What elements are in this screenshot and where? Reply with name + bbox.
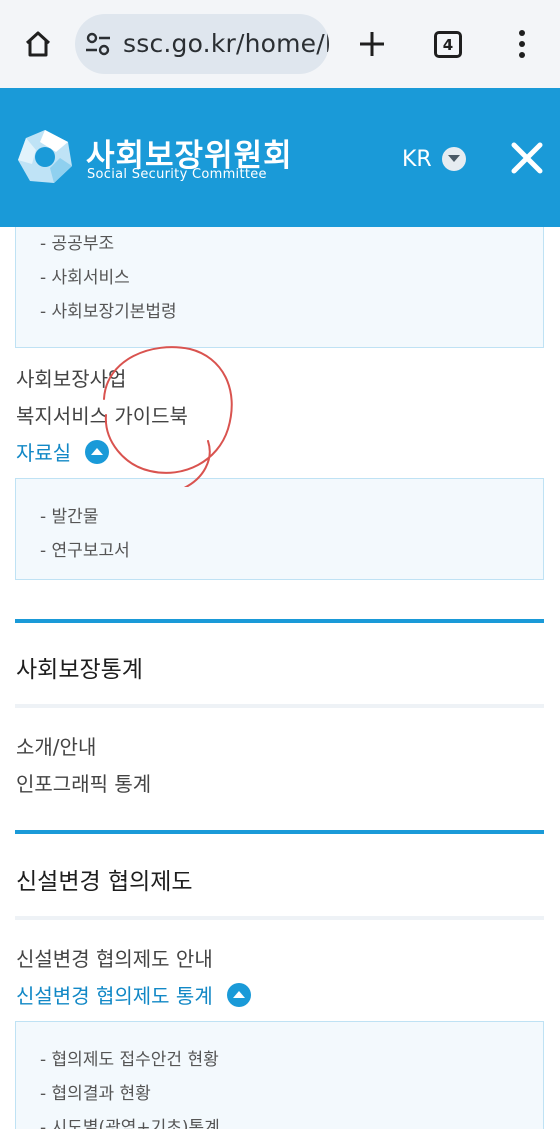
section-title-consultation[interactable]: 신설변경 협의제도 [16, 862, 193, 896]
site-settings-icon[interactable] [85, 32, 111, 56]
submenu-item-publications[interactable]: - 발간물 [40, 502, 98, 527]
more-options-button[interactable] [508, 24, 536, 64]
language-label: KR [402, 146, 432, 172]
menu-item-archive[interactable]: 자료실 [16, 437, 110, 466]
tab-switcher-button[interactable]: 4 [434, 31, 462, 58]
url-text[interactable]: ssc.go.kr/home/k [123, 29, 329, 58]
menu-item-consultation-guide[interactable]: 신설변경 협의제도 안내 [16, 943, 213, 972]
menu-item-infographic-stats[interactable]: 인포그래픽 통계 [16, 768, 151, 797]
section-title-stats[interactable]: 사회보장통계 [16, 650, 143, 684]
submenu-box-consultation-stats: - 협의제도 접수안건 현황 - 협의결과 현황 - 시도별(광역+기초)통계 [15, 1021, 544, 1129]
site-header: 사회보장위원회 Social Security Committee KR [0, 88, 560, 227]
submenu-item-received-cases[interactable]: - 협의제도 접수안건 현황 [40, 1045, 219, 1070]
close-menu-button[interactable] [508, 139, 546, 177]
menu-item-social-security-projects[interactable]: 사회보장사업 [16, 363, 126, 392]
chevron-up-icon[interactable] [85, 439, 110, 464]
plus-icon [360, 32, 384, 56]
submenu-item-regional-stats[interactable]: - 시도별(광역+기초)통계 [40, 1113, 220, 1129]
chevron-up-icon[interactable] [226, 982, 251, 1007]
section-divider [15, 619, 544, 623]
menu-item-consultation-stats[interactable]: 신설변경 협의제도 통계 [16, 980, 251, 1009]
logo-emblem-icon [18, 130, 72, 183]
home-icon [25, 31, 51, 57]
menu-content: - 공공부조 - 사회서비스 - 사회보장기본법령 사회보장사업 복지서비스 가… [0, 227, 560, 1129]
site-logo[interactable]: 사회보장위원회 Social Security Committee [16, 128, 292, 188]
submenu-item-public-assistance[interactable]: - 공공부조 [40, 229, 114, 254]
browser-toolbar: ssc.go.kr/home/k 4 [0, 0, 560, 88]
menu-item-welfare-guidebook[interactable]: 복지서비스 가이드북 [16, 400, 188, 429]
menu-item-intro[interactable]: 소개/안내 [16, 731, 96, 760]
home-button[interactable] [18, 24, 58, 64]
submenu-box-archive: - 발간물 - 연구보고서 [15, 478, 544, 580]
section-separator [15, 704, 544, 708]
more-vert-icon [519, 30, 525, 58]
logo-english-text: Social Security Committee [87, 167, 267, 182]
address-bar[interactable]: ssc.go.kr/home/k [75, 14, 329, 74]
new-tab-button[interactable] [352, 24, 392, 64]
section-divider [15, 830, 544, 834]
language-selector[interactable]: KR [402, 144, 466, 174]
submenu-box-laws: - 공공부조 - 사회서비스 - 사회보장기본법령 [15, 227, 544, 348]
section-separator [15, 916, 544, 920]
submenu-item-consultation-results[interactable]: - 협의결과 현황 [40, 1079, 151, 1104]
menu-item-consultation-stats-label: 신설변경 협의제도 통계 [16, 984, 213, 1008]
submenu-item-basic-law[interactable]: - 사회보장기본법령 [40, 297, 177, 322]
menu-item-archive-label: 자료실 [16, 441, 72, 465]
submenu-item-research-reports[interactable]: - 연구보고서 [40, 536, 130, 561]
chevron-down-icon [441, 147, 466, 171]
submenu-item-social-service[interactable]: - 사회서비스 [40, 263, 130, 288]
